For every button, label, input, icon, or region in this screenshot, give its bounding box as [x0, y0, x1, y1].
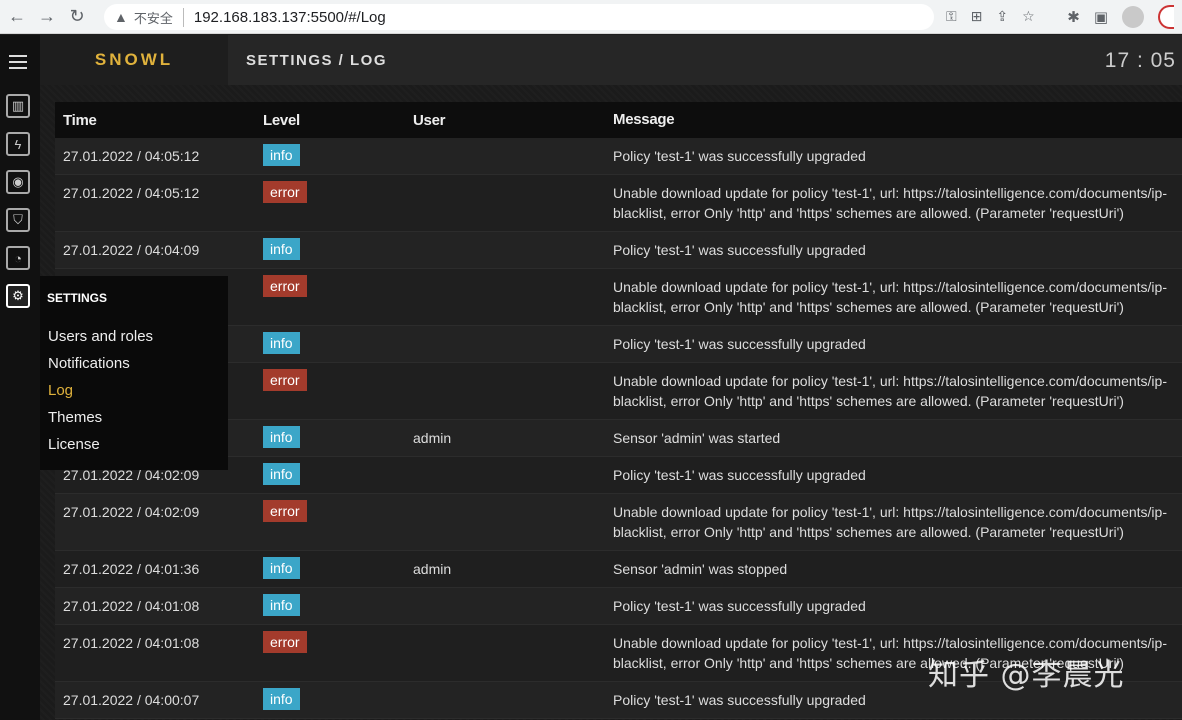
address-bar[interactable]: ▲ 不安全 192.168.183.137:5500/#/Log [104, 4, 934, 30]
sidebar: ▥ ϟ ◉ ⛉ ◔ ⚙ [0, 35, 40, 720]
cell-level: error [255, 500, 405, 522]
cell-message: Policy 'test-1' was successfully upgrade… [613, 336, 866, 352]
level-badge: info [263, 238, 300, 260]
back-icon[interactable]: ← [4, 4, 30, 30]
menu-item-themes[interactable]: Themes [48, 409, 102, 426]
cell-level: error [255, 275, 405, 297]
star-icon[interactable]: ☆ [1022, 8, 1035, 25]
profile-menu-icon[interactable] [1158, 5, 1174, 29]
gears-icon[interactable]: ⚙ [6, 284, 30, 308]
security-label: 不安全 [134, 7, 184, 27]
translate-icon[interactable]: ⊞ [971, 8, 983, 25]
hamburger-icon[interactable] [9, 55, 27, 69]
table-row[interactable]: 27.01.2022 / 04:01:36 info admin Sensor 'ad… [55, 551, 1182, 588]
level-badge: info [263, 557, 300, 579]
cell-level: error [255, 631, 405, 653]
cell-user: admin [413, 430, 452, 446]
cell-time: 27.01.2022 / 04:05:12 [63, 185, 200, 201]
cell-level: info [255, 594, 405, 616]
menu-item-users-and-roles[interactable]: Users and roles [48, 328, 153, 345]
cell-level: error [255, 181, 405, 203]
cell-time: 27.01.2022 / 04:01:08 [63, 598, 200, 614]
level-badge: info [263, 426, 300, 448]
cell-level: info [255, 144, 405, 166]
profile-avatar[interactable] [1122, 6, 1144, 28]
radar-icon[interactable]: ◔ [6, 246, 30, 270]
level-badge: info [263, 144, 300, 166]
table-row[interactable]: 27.01.2022 / 04:02:09 error Unable downloa… [55, 494, 1182, 551]
cell-message: Sensor 'admin' was started [613, 430, 781, 446]
header-level[interactable]: Level [255, 112, 405, 129]
table-header: Time Level User Message [55, 102, 1182, 138]
table-row[interactable]: 27.01.2022 / 04:04:09 info Policy 'test-1'… [55, 232, 1182, 269]
cell-time: 27.01.2022 / 04:04:09 [63, 242, 200, 258]
page-title: SETTINGS / LOG [246, 52, 388, 69]
cell-level: info [255, 557, 405, 579]
cell-message: Policy 'test-1' was successfully upgrade… [613, 598, 866, 614]
cell-level: info [255, 238, 405, 260]
clock: 17 : 05 [1104, 49, 1176, 72]
menu-item-license[interactable]: License [48, 436, 100, 453]
reload-icon[interactable]: ↻ [64, 4, 90, 30]
level-badge: info [263, 463, 300, 485]
cell-user: admin [413, 561, 452, 577]
cell-level: info [255, 463, 405, 485]
cell-message: Policy 'test-1' was successfully upgrade… [613, 242, 866, 258]
cell-message: Unable download update for policy 'test-… [613, 279, 1167, 315]
menu-item-notifications[interactable]: Notifications [48, 355, 130, 372]
level-badge: error [263, 631, 307, 653]
level-badge: info [263, 332, 300, 354]
cell-time: 27.01.2022 / 04:01:36 [63, 561, 200, 577]
sidepanel-icon[interactable]: ▣ [1094, 8, 1108, 26]
cell-time: 27.01.2022 / 04:01:08 [63, 635, 200, 651]
map-pin-icon[interactable]: ◉ [6, 170, 30, 194]
cell-level: info [255, 426, 405, 448]
menu-item-log[interactable]: Log [48, 382, 73, 399]
table-row[interactable]: 27.01.2022 / 04:01:08 info Policy 'test-1'… [55, 588, 1182, 625]
shield-icon[interactable]: ⛉ [6, 208, 30, 232]
level-badge: error [263, 369, 307, 391]
lightning-icon[interactable]: ϟ [6, 132, 30, 156]
header-time[interactable]: Time [55, 112, 255, 129]
forward-icon[interactable]: → [34, 4, 60, 30]
browser-toolbar: ← → ↻ ▲ 不安全 192.168.183.137:5500/#/Log ⚿… [0, 0, 1182, 34]
table-row[interactable]: 27.01.2022 / 04:05:12 info Policy 'test-1'… [55, 138, 1182, 175]
share-icon[interactable]: ⇪ [996, 8, 1008, 25]
cell-message: Unable download update for policy 'test-… [613, 373, 1167, 409]
chart-icon[interactable]: ▥ [6, 94, 30, 118]
brand-logo[interactable]: SNOWL [40, 35, 228, 85]
settings-menu-title: SETTINGS [47, 291, 108, 305]
header-message[interactable]: Message [605, 110, 1182, 130]
header-user[interactable]: User [405, 112, 605, 129]
url-text: 192.168.183.137:5500/#/Log [193, 8, 386, 26]
cell-level: info [255, 688, 405, 710]
cell-message: Sensor 'admin' was stopped [613, 561, 788, 577]
level-badge: error [263, 181, 307, 203]
table-row[interactable]: 27.01.2022 / 04:05:12 error Unable downloa… [55, 175, 1182, 232]
cell-message: Policy 'test-1' was successfully upgrade… [613, 148, 866, 164]
cell-message: Unable download update for policy 'test-… [613, 185, 1167, 221]
app-window: ▥ ϟ ◉ ⛉ ◔ ⚙ SNOWL SETTINGS / LOG 17 : 05… [0, 35, 1182, 720]
level-badge: error [263, 500, 307, 522]
key-icon[interactable]: ⚿ [946, 8, 957, 25]
cell-message: Unable download update for policy 'test-… [613, 504, 1167, 540]
settings-flyout: SETTINGS Users and roles Notifications L… [40, 276, 228, 470]
cell-time: 27.01.2022 / 04:02:09 [63, 504, 200, 520]
cell-time: 27.01.2022 / 04:05:12 [63, 148, 200, 164]
warning-icon: ▲ [114, 9, 128, 25]
cell-level: error [255, 369, 405, 391]
app-header: SNOWL SETTINGS / LOG 17 : 05 [40, 35, 1182, 85]
extensions-icon[interactable]: ✱ [1067, 8, 1080, 26]
cell-level: info [255, 332, 405, 354]
cell-message: Policy 'test-1' was successfully upgrade… [613, 467, 866, 483]
level-badge: error [263, 275, 307, 297]
cell-time: 27.01.2022 / 04:00:07 [63, 692, 200, 708]
level-badge: info [263, 594, 300, 616]
watermark: 知乎 @李晨光 [928, 658, 1125, 693]
level-badge: info [263, 688, 300, 710]
